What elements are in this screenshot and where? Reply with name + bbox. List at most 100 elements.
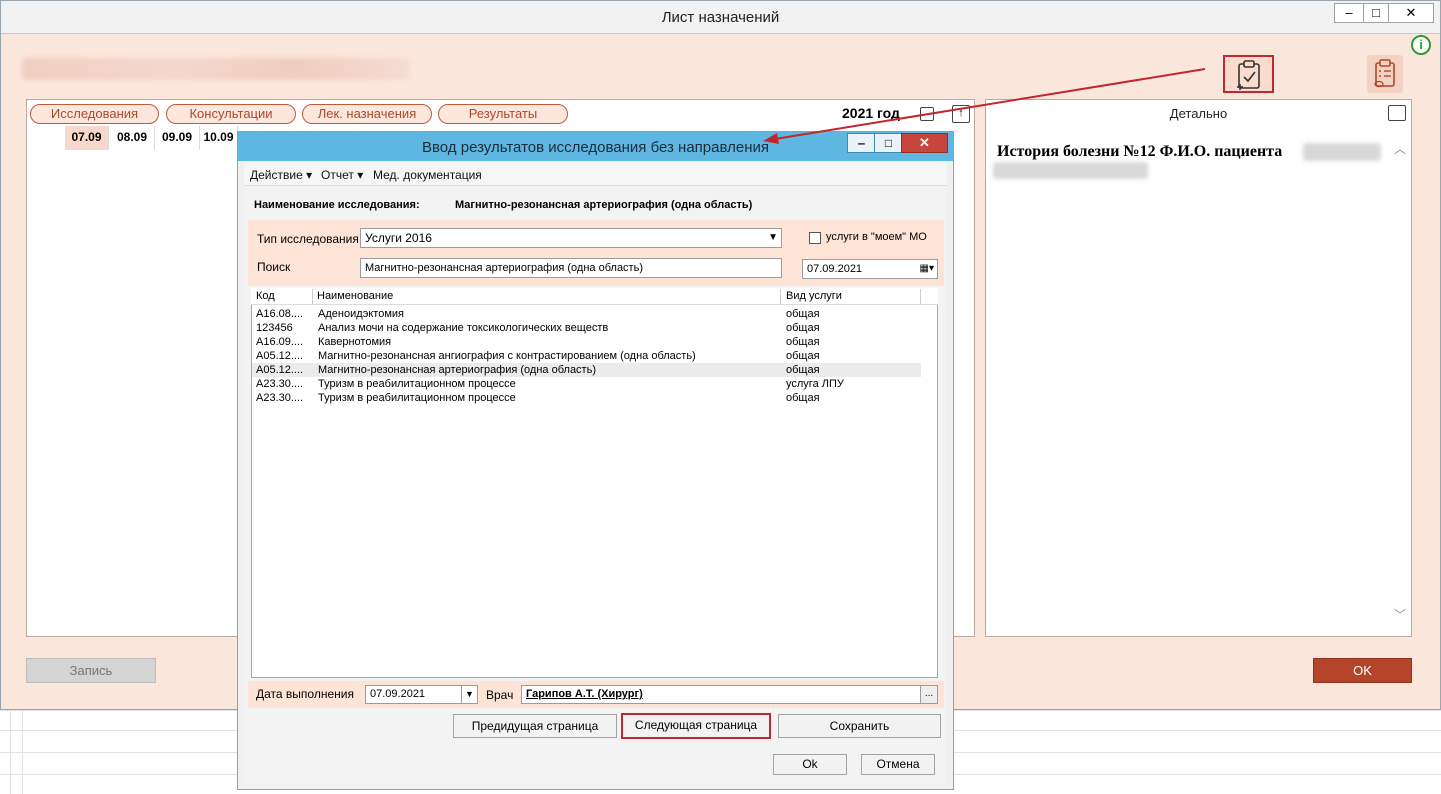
cell-code: A05.12....: [256, 364, 304, 376]
doctor-input[interactable]: Гарипов А.Т. (Хирург): [521, 685, 921, 704]
dialog-minimize-button[interactable]: ‒: [847, 133, 876, 153]
study-name-value: Магнитно-резонансная артериография (одна…: [455, 199, 753, 211]
save-button[interactable]: Сохранить: [778, 714, 941, 738]
exec-date-value: 07.09.2021: [370, 688, 426, 700]
cell-name: Магнитно-резонансная артериография (одна…: [318, 364, 596, 376]
cell-code: A16.08....: [256, 308, 304, 320]
add-result-button[interactable]: [1223, 55, 1274, 93]
patient-details-blurred: [993, 162, 1148, 179]
scroll-up-icon[interactable]: ︿: [1394, 140, 1406, 157]
scroll-down-icon[interactable]: ﹀: [1394, 606, 1406, 623]
doctor-browse-button[interactable]: ...: [920, 685, 938, 704]
cell-kind: общая: [786, 350, 820, 362]
table-row[interactable]: A23.30.... Туризм в реабилитационном про…: [252, 391, 921, 405]
menu-report[interactable]: Отчет ▾: [321, 168, 363, 182]
dialog-ok-button[interactable]: Ok: [773, 754, 847, 775]
patient-name-blurred: [22, 58, 410, 80]
column-header-code[interactable]: Код: [256, 289, 275, 304]
cell-kind: услуга ЛПУ: [786, 378, 844, 390]
chevron-down-icon: ▼: [768, 232, 778, 243]
dialog-close-button[interactable]: ✕: [901, 133, 948, 153]
tab-results[interactable]: Результаты: [438, 104, 568, 124]
date-cell[interactable]: 09.09: [155, 126, 200, 150]
cell-name: Туризм в реабилитационном процессе: [318, 392, 516, 404]
study-type-label: Тип исследования: [257, 232, 359, 246]
cell-name: Аденоидэктомия: [318, 308, 404, 320]
study-type-select[interactable]: Услуги 2016 ▼: [360, 228, 782, 248]
search-input[interactable]: Магнитно-резонансная артериография (одна…: [360, 258, 782, 278]
close-button[interactable]: ✕: [1388, 3, 1434, 23]
cell-name: Кавернотомия: [318, 336, 392, 348]
next-page-button[interactable]: Следующая страница: [621, 713, 771, 739]
cell-code: A23.30....: [256, 378, 304, 390]
cell-name: Анализ мочи на содержание токсикологичес…: [318, 322, 609, 334]
study-name-label: Наименование исследования:: [254, 199, 420, 211]
table-row[interactable]: 123456 Анализ мочи на содержание токсико…: [252, 321, 921, 335]
menu-action[interactable]: Действие ▾: [250, 168, 312, 182]
dialog-cancel-button[interactable]: Отмена: [861, 754, 935, 775]
exec-date-input[interactable]: 07.09.2021 ▼: [365, 685, 478, 704]
tab-consultations[interactable]: Консультации: [166, 104, 296, 124]
tab-research[interactable]: Исследования: [30, 104, 159, 124]
table-row[interactable]: A05.12.... Магнитно-резонансная ангиогра…: [252, 349, 921, 363]
patient-name-blurred: [1303, 143, 1381, 161]
cell-kind: общая: [786, 336, 820, 348]
detail-panel: [985, 99, 1412, 637]
cell-kind: общая: [786, 392, 820, 404]
calendar-icon[interactable]: ▦▾: [920, 260, 934, 278]
cell-code: A05.12....: [256, 350, 304, 362]
prev-page-button[interactable]: Предидущая страница: [453, 714, 617, 738]
cell-code: 123456: [256, 322, 293, 334]
date-cell[interactable]: 10.09: [200, 126, 238, 150]
chevron-down-icon[interactable]: ▼: [461, 686, 477, 703]
cell-code: A16.09....: [256, 336, 304, 348]
info-icon[interactable]: i: [1411, 35, 1431, 55]
table-header: Код Наименование Вид услуги: [251, 288, 938, 305]
table-row-selected[interactable]: A05.12.... Магнитно-резонансная артериог…: [252, 363, 921, 377]
clipboard-list-icon: [1374, 59, 1395, 88]
cell-kind: общая: [786, 322, 820, 334]
minimize-button[interactable]: ‒: [1334, 3, 1364, 23]
view-list-button[interactable]: [1367, 55, 1403, 93]
table-row[interactable]: A23.30.... Туризм в реабилитационном про…: [252, 377, 921, 391]
dialog-title: Ввод результатов исследования без направ…: [421, 139, 769, 156]
table-row[interactable]: A16.08.... Аденоидэктомия общая: [252, 307, 921, 321]
history-title: История болезни №12 Ф.И.О. пациента: [997, 143, 1283, 160]
search-label: Поиск: [257, 260, 291, 274]
cell-kind: общая: [786, 364, 820, 376]
main-titlebar: Лист назначений ‒ □ ✕: [1, 1, 1440, 34]
cell-name: Магнитно-резонансная ангиография с контр…: [318, 350, 696, 362]
study-results-dialog: Ввод результатов исследования без направ…: [237, 131, 954, 790]
cell-name: Туризм в реабилитационном процессе: [318, 378, 516, 390]
date-cell[interactable]: 07.09: [65, 126, 109, 150]
column-separator: [920, 289, 921, 304]
year-label: 2021 год: [842, 105, 900, 121]
maximize-button[interactable]: □: [1363, 3, 1389, 23]
table-row[interactable]: A16.09.... Кавернотомия общая: [252, 335, 921, 349]
clipboard-check-icon: [1236, 60, 1260, 90]
copy-icon[interactable]: [920, 107, 934, 121]
column-separator: [780, 289, 781, 304]
my-mo-checkbox[interactable]: [809, 232, 821, 244]
column-separator: [312, 289, 313, 304]
menu-med-docs[interactable]: Мед. документация: [373, 168, 482, 182]
column-header-kind[interactable]: Вид услуги: [786, 289, 842, 304]
study-type-value: Услуги 2016: [365, 231, 432, 245]
sheet-gridline: [22, 710, 23, 794]
ok-button[interactable]: OK: [1313, 658, 1412, 683]
search-date-input[interactable]: 07.09.2021 ▦▾: [802, 259, 938, 279]
tab-medications[interactable]: Лек. назначения: [302, 104, 432, 124]
date-cell[interactable]: 08.09: [110, 126, 155, 150]
dialog-titlebar: Ввод результатов исследования без направ…: [238, 132, 953, 161]
record-button[interactable]: Запись: [26, 658, 156, 683]
export-icon[interactable]: ↑: [952, 105, 970, 123]
main-window-title: Лист назначений: [661, 9, 780, 26]
cell-code: A23.30....: [256, 392, 304, 404]
detail-header: Детально: [1169, 106, 1228, 121]
column-header-name[interactable]: Наименование: [317, 289, 393, 304]
doctor-label: Врач: [486, 688, 514, 702]
dialog-maximize-button[interactable]: □: [874, 133, 903, 153]
print-icon[interactable]: [1388, 105, 1406, 121]
cell-kind: общая: [786, 308, 820, 320]
sheet-gridline: [10, 710, 11, 794]
